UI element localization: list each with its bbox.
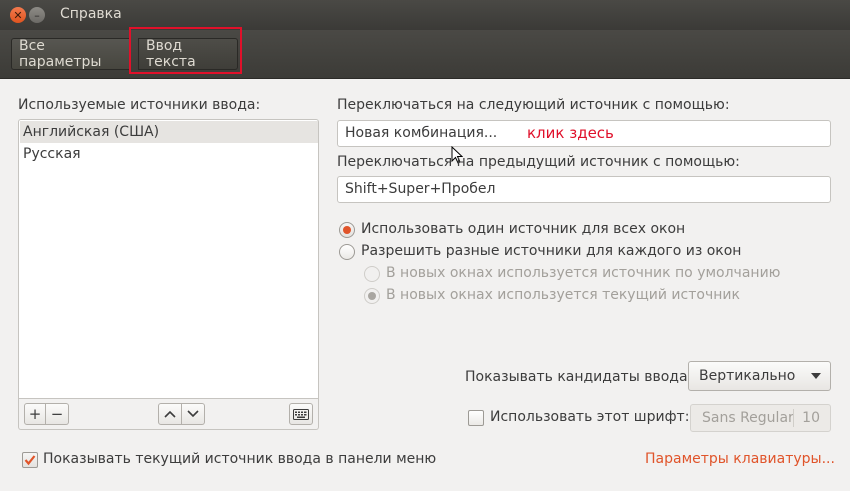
use-font-label: Использовать этот шрифт: [490, 409, 690, 425]
same-source-label: Использовать один источник для всех окон [361, 221, 686, 237]
same-source-radio[interactable] [339, 222, 355, 238]
prev-source-shortcut-field[interactable]: Shift+Super+Пробел [337, 176, 831, 203]
toolbar: Все параметры Ввод текста [0, 30, 850, 79]
add-source-button[interactable]: + [24, 403, 46, 425]
click-here-annotation: клик здесь [527, 124, 614, 142]
close-window-button[interactable]: ✕ [10, 7, 26, 23]
move-down-button[interactable] [182, 403, 205, 425]
candidates-value: Вертикально [699, 368, 796, 384]
next-source-label: Переключаться на следующий источник с по… [337, 97, 730, 113]
all-settings-button[interactable]: Все параметры [11, 38, 131, 70]
font-chooser-button[interactable]: Sans Regular 10 [690, 404, 831, 432]
window-title: Справка [60, 6, 122, 22]
default-source-radio[interactable] [364, 266, 380, 282]
list-item[interactable]: Английская (США) [20, 121, 318, 143]
move-up-button[interactable] [158, 403, 182, 425]
minus-icon: − [50, 405, 64, 423]
remove-source-button[interactable]: − [46, 403, 69, 425]
input-sources-list[interactable]: Английская (США) Русская [18, 119, 319, 399]
show-in-menu-checkbox[interactable] [22, 452, 38, 468]
candidates-label: Показывать кандидаты ввода: [465, 369, 693, 385]
per-window-label: Разрешить разные источники для каждого и… [361, 243, 742, 259]
prev-source-label: Переключаться на предыдущий источник с п… [337, 154, 740, 170]
keyboard-icon [293, 408, 309, 420]
show-in-menu-label: Показывать текущий источник ввода в пане… [43, 451, 437, 467]
minimize-icon: – [34, 8, 40, 22]
keyboard-layout-button[interactable] [289, 403, 313, 425]
breadcrumb-text-entry[interactable]: Ввод текста [138, 38, 238, 70]
plus-icon: + [28, 405, 42, 423]
use-font-checkbox[interactable] [468, 410, 484, 426]
font-separator [793, 409, 794, 427]
list-item[interactable]: Русская [20, 143, 318, 165]
close-icon: ✕ [13, 8, 23, 22]
font-name: Sans Regular [702, 410, 794, 426]
chevron-up-icon [164, 410, 176, 418]
input-sources-label: Используемые источники ввода: [18, 97, 261, 113]
font-size: 10 [802, 410, 820, 426]
per-window-radio[interactable] [339, 244, 355, 260]
default-source-label: В новых окнах используется источник по у… [386, 265, 781, 281]
candidates-dropdown[interactable]: Вертикально [688, 361, 831, 391]
checkmark-icon [24, 455, 36, 466]
keyboard-settings-link[interactable]: Параметры клавиатуры... [645, 451, 835, 467]
dropdown-arrow-icon [811, 373, 821, 379]
current-source-radio[interactable] [364, 288, 380, 304]
input-sources-toolbar: + − [18, 399, 319, 430]
minimize-window-button[interactable]: – [29, 7, 45, 23]
title-bar: ✕ – Справка [0, 0, 850, 30]
chevron-down-icon [187, 410, 199, 418]
current-source-label: В новых окнах используется текущий источ… [386, 287, 740, 303]
